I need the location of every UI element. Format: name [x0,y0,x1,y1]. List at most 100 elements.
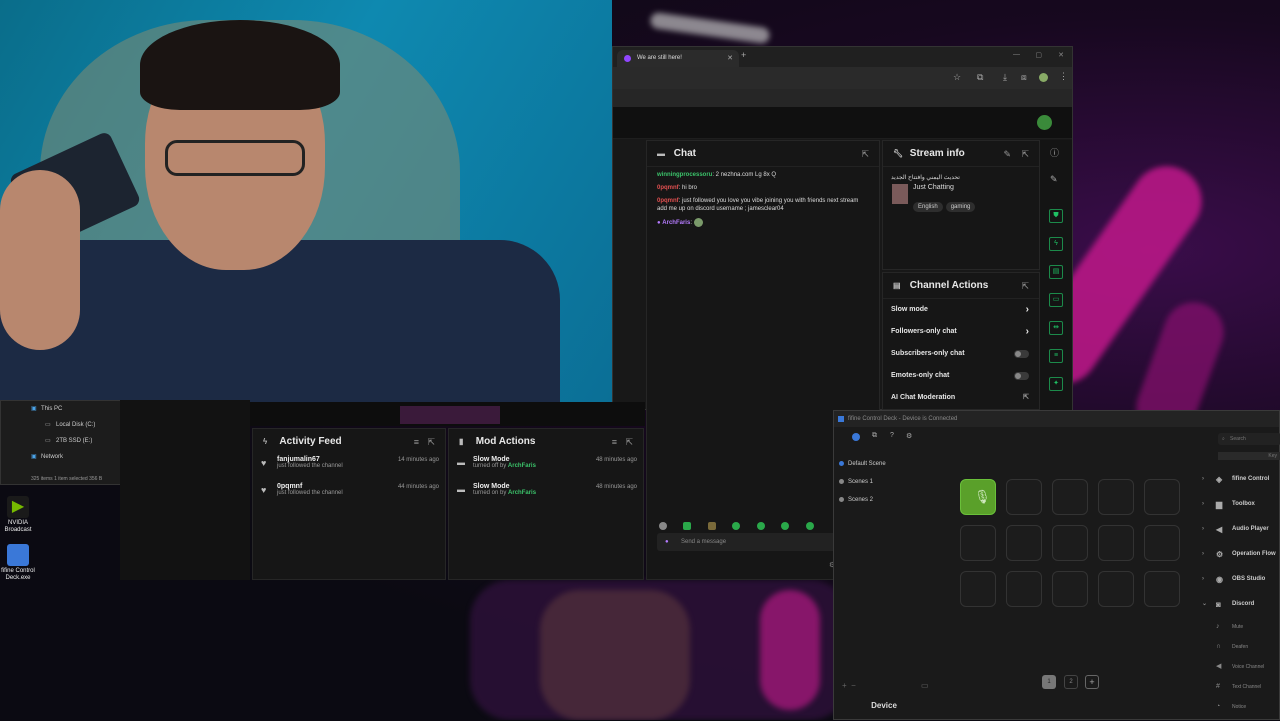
chevron-right-icon: › [1025,304,1029,315]
plugin-search-input[interactable]: ⌕ Search [1218,433,1280,445]
maximize-icon[interactable]: ▢ [1035,51,1042,59]
deck-key[interactable] [1098,525,1134,561]
plugin-obs[interactable]: › ◉ OBS Studio [1194,567,1280,592]
ai-moderation-row[interactable]: AI Chat Moderation ⇱ [883,387,1039,409]
new-tab-icon[interactable]: + [741,50,746,60]
explorer-item-e-drive[interactable]: ▭ 2TB SSD (E:) [1,433,124,449]
plugin-fifine[interactable]: › ◈ fifine Control [1194,467,1280,492]
explorer-item-c-drive[interactable]: ▭ Local Disk (C:) [1,417,124,433]
edit-pencil-icon[interactable]: ✎ [1050,174,1058,185]
deck-key[interactable] [1052,571,1088,607]
subscribers-only-toggle[interactable] [1014,350,1029,358]
deck-key[interactable] [1144,479,1180,515]
scene-settings-icon[interactable]: ▭ [921,681,929,690]
webcam-feed [0,0,612,402]
key-tab[interactable]: Key [1218,452,1280,460]
deck-key[interactable] [1098,571,1134,607]
emote-icon[interactable] [781,522,790,530]
obs-icon: ◉ [1216,575,1223,584]
popout-icon[interactable]: ⇱ [1021,141,1029,167]
chat-icon[interactable]: ▭ [1049,293,1063,307]
settings-icon[interactable]: ⚙ [906,432,912,440]
deck-key[interactable] [1052,525,1088,561]
deck-key[interactable] [960,525,996,561]
split-icon[interactable]: ⇹ [1049,321,1063,335]
discord-action-text-channel[interactable]: # Text Channel [1194,677,1280,697]
list-icon[interactable]: ≡ [1049,349,1063,363]
browser-tab[interactable]: We are still here! ✕ [617,50,739,67]
deck-key[interactable] [960,571,996,607]
extensions-icon[interactable]: ⧉ [977,72,983,83]
shield-icon[interactable]: ⛊ [1049,209,1063,223]
edit-pencil-icon[interactable]: ✎ [1003,141,1011,167]
deck-key-mic[interactable]: 🎙︎ [960,479,996,515]
desktop-icon-nvidia-broadcast[interactable]: ▶ NVIDIA Broadcast [0,496,38,534]
add-scene-icon[interactable]: + − [842,681,856,690]
emote-icon[interactable] [732,522,741,530]
profile-avatar[interactable] [1039,73,1048,82]
deck-key[interactable] [1144,525,1180,561]
chat-input[interactable]: ● Send a message [657,533,843,551]
popout-icon[interactable]: ⇱ [1021,273,1029,299]
wrench-icon[interactable]: ✦ [1049,377,1063,391]
plugin-operation-flow[interactable]: › ⚙ Operation Flow [1194,542,1280,567]
desktop-icon-fifine[interactable]: fifine Control Deck.exe [0,544,38,582]
deck-key[interactable] [1006,479,1042,515]
activity-feed-header: ϟ Activity Feed ≡ ⇱ [253,429,445,455]
help-icon[interactable]: ? [890,432,894,439]
popout-icon[interactable]: ⇱ [861,141,869,167]
document-icon[interactable]: ▤ [1049,265,1063,279]
deck-key[interactable] [1006,571,1042,607]
emote-icon[interactable] [756,522,765,530]
store-icon[interactable]: ⧉ [872,432,877,440]
scene-2[interactable]: Scenes 2 [834,491,934,509]
deck-key[interactable] [1006,525,1042,561]
filter-icon[interactable]: ≡ [414,429,419,455]
popout-icon[interactable]: ⇱ [427,429,435,455]
menu-icon[interactable]: ⋮ [1059,71,1068,82]
popout-icon[interactable]: ⇱ [625,429,633,455]
deck-key[interactable] [1052,479,1088,515]
info-icon[interactable]: ⓘ [1050,146,1059,159]
plugin-discord[interactable]: ⌄ ◙ Discord [1194,592,1280,617]
page-1-button[interactable]: 1 [1042,675,1056,689]
scene-1[interactable]: Scenes 1 [834,473,934,491]
discord-action-voice-channel[interactable]: ◀ Voice Channel [1194,657,1280,677]
page-2-button[interactable]: 2 [1064,675,1078,689]
bookmark-star-icon[interactable]: ☆ [953,72,961,83]
lightning-icon[interactable]: ϟ [1049,237,1063,251]
scene-default[interactable]: Default Scene [834,455,934,473]
extension-puzzle-icon[interactable]: ⧈ [1021,72,1027,83]
discord-action-notice[interactable]: ◔ Notice [1194,697,1280,717]
download-icon[interactable]: ⤓ [1003,72,1007,83]
plugin-toolbox[interactable]: › ▆ Toolbox [1194,492,1280,517]
add-page-button[interactable]: + [1085,675,1099,689]
deck-key[interactable] [1144,571,1180,607]
popout-icon[interactable]: ⇱ [1023,387,1029,409]
followers-only-row[interactable]: Followers-only chat › [883,321,1039,343]
category-box-art [892,184,908,204]
filter-icon[interactable]: ≡ [612,429,617,455]
emote-icon[interactable] [805,522,814,530]
deck-key[interactable] [1098,479,1134,515]
discord-action-mute[interactable]: ♪ Mute [1194,617,1280,637]
file-explorer-window[interactable]: ▣ This PC ▭ Local Disk (C:) ▭ 2TB SSD (E:) … [0,400,125,485]
discord-action-deafen[interactable]: ∩ Deafen [1194,637,1280,657]
close-tab-icon[interactable]: ✕ [727,50,733,67]
emote-icon[interactable] [683,522,692,530]
minimize-icon[interactable]: — [1013,51,1020,58]
drive-icon: ▭ [45,422,51,428]
plugin-audio-player[interactable]: › ◀ Audio Player [1194,517,1280,542]
close-window-icon[interactable]: ✕ [1058,51,1064,59]
emotes-only-toggle[interactable] [1014,372,1029,380]
mod-actions-panel: ▮ Mod Actions ≡ ⇱ ▬ Slow Mode turned off… [448,428,644,580]
user-avatar[interactable] [1037,115,1052,130]
emote-icon[interactable] [707,522,716,530]
slow-mode-row[interactable]: Slow mode › [883,299,1039,321]
explorer-item-this-pc[interactable]: ▣ This PC [1,401,124,417]
emote-icon[interactable] [659,522,667,530]
explorer-item-network[interactable]: ▣ Network [1,449,124,465]
control-deck-window[interactable]: fifine Control Deck - Device is Connecte… [833,410,1280,720]
logo-icon[interactable] [852,433,860,441]
toolbox-icon: ▆ [1216,500,1223,509]
